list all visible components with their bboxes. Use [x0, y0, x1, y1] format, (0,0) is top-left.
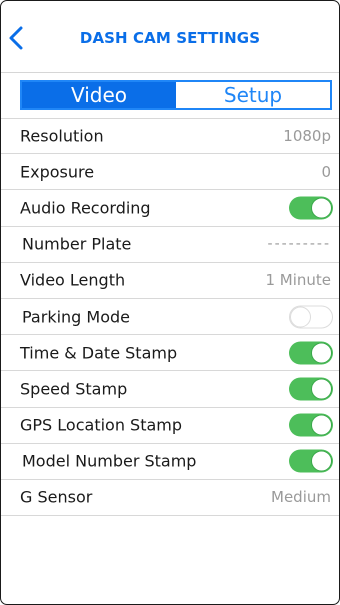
gps-location-stamp-toggle[interactable] [289, 413, 333, 437]
setting-row-exposure[interactable]: Exposure 0 [1, 154, 339, 191]
setting-label: GPS Location Stamp [20, 415, 183, 435]
toggle-knob [311, 450, 332, 472]
setting-row-audio-recording: Audio Recording [1, 190, 339, 227]
model-number-stamp-toggle[interactable] [289, 449, 333, 473]
setting-label: Parking Mode [22, 307, 130, 327]
app-screen: DASH CAM SETTINGS Video Setup Resolution… [0, 0, 340, 605]
setting-value: 1 Minute [265, 271, 331, 290]
setting-row-time-date-stamp: Time & Date Stamp [1, 335, 339, 372]
toggle-knob [311, 197, 332, 219]
speed-stamp-toggle[interactable] [289, 377, 333, 401]
toggle-knob [311, 342, 332, 364]
toggle-knob [311, 414, 332, 436]
audio-recording-toggle[interactable] [289, 196, 333, 220]
setting-label: Video Length [20, 270, 126, 290]
setting-value: 0 [321, 162, 331, 181]
setting-value: 1080p [283, 127, 331, 146]
setting-label: G Sensor [20, 487, 93, 507]
setting-row-speed-stamp: Speed Stamp [1, 371, 339, 408]
setting-row-g-sensor[interactable]: G Sensor Medium [1, 480, 339, 517]
setting-row-resolution[interactable]: Resolution 1080p [1, 118, 339, 155]
setting-label: Time & Date Stamp [20, 343, 178, 363]
tab-video[interactable]: Video [22, 82, 176, 108]
setting-label: Audio Recording [20, 198, 151, 218]
setting-label: Resolution [20, 126, 104, 146]
page-title: DASH CAM SETTINGS [79, 29, 261, 47]
time-date-stamp-toggle[interactable] [289, 341, 333, 365]
setting-row-number-plate[interactable]: Number Plate --------- [1, 227, 339, 263]
setting-label: Number Plate [22, 234, 132, 254]
header: DASH CAM SETTINGS [1, 1, 339, 73]
setting-row-model-number-stamp: Model Number Stamp [1, 444, 339, 480]
setting-row-gps-location-stamp: GPS Location Stamp [1, 408, 339, 444]
setting-label: Exposure [20, 162, 95, 182]
number-plate-placeholder: --------- [267, 236, 331, 253]
parking-mode-toggle[interactable] [289, 305, 333, 329]
setting-value: Medium [271, 488, 331, 507]
toggle-knob [290, 306, 311, 328]
setting-row-video-length[interactable]: Video Length 1 Minute [1, 263, 339, 299]
settings-list: Resolution 1080p Exposure 0 Audio Record… [1, 118, 339, 517]
header-divider [1, 72, 339, 73]
tab-setup[interactable]: Setup [176, 82, 330, 108]
setting-label: Speed Stamp [20, 379, 128, 399]
setting-row-parking-mode: Parking Mode [1, 299, 339, 336]
toggle-knob [311, 378, 332, 400]
segmented-control: Video Setup [20, 80, 332, 110]
setting-label: Model Number Stamp [22, 451, 197, 471]
